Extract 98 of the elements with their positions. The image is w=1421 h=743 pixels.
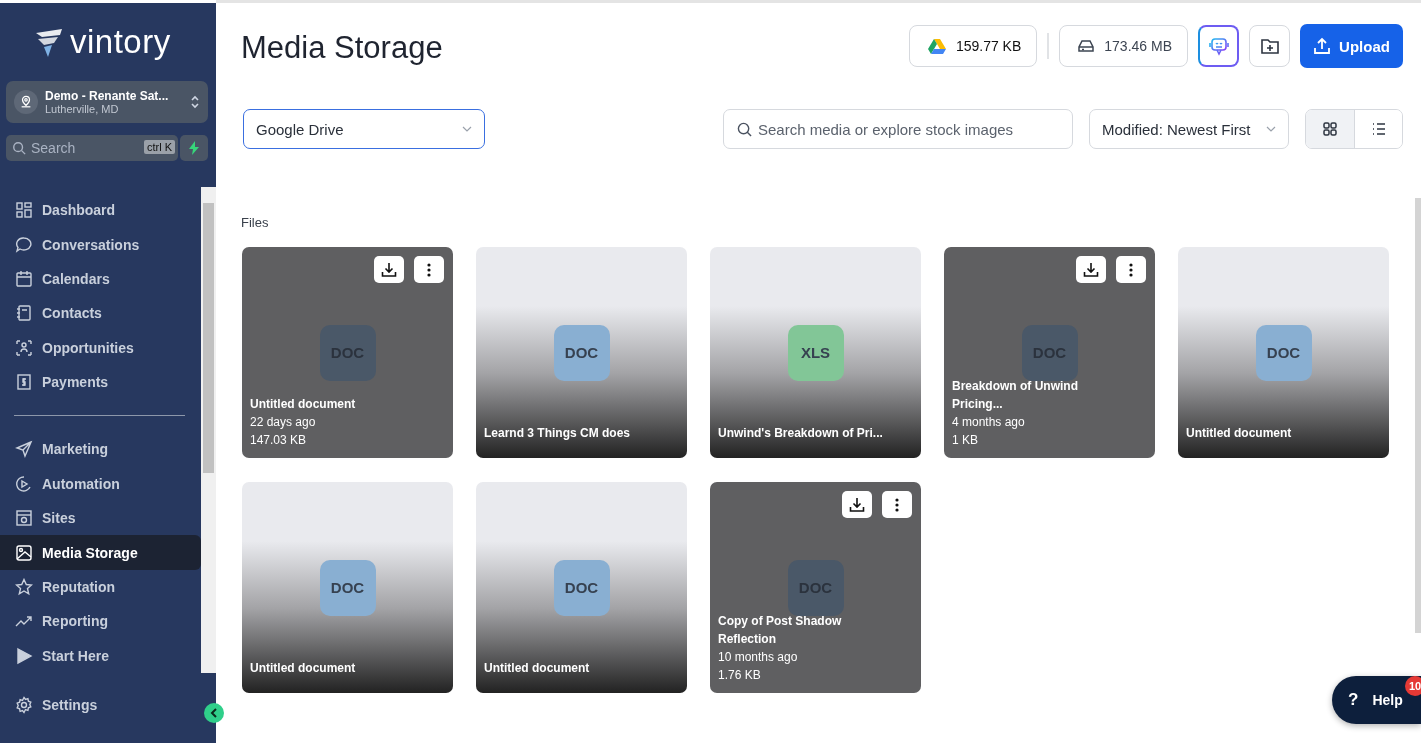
settings-item[interactable]: Settings: [0, 687, 106, 723]
lightning-icon: [188, 141, 200, 155]
account-switcher[interactable]: Demo - Renante Sat... Lutherville, MD: [6, 81, 208, 123]
new-folder-button[interactable]: [1249, 25, 1290, 67]
source-dropdown[interactable]: Google Drive: [243, 109, 485, 149]
file-card[interactable]: DOC Untitled document: [242, 482, 453, 693]
download-button[interactable]: [842, 491, 872, 518]
chevron-down-icon: [462, 126, 472, 132]
file-type-badge: XLS: [787, 324, 844, 381]
sort-dropdown[interactable]: Modified: Newest First: [1089, 109, 1289, 149]
search-icon: [12, 141, 26, 155]
more-options-button[interactable]: [882, 491, 912, 518]
upload-icon: [1313, 37, 1332, 55]
search-icon: [737, 122, 752, 137]
file-date: 22 days ago: [250, 414, 317, 431]
download-icon: [381, 261, 397, 278]
file-type-badge: DOC: [553, 559, 610, 616]
list-icon: [1371, 123, 1386, 135]
file-date: 10 months ago: [718, 649, 799, 666]
nav-item[interactable]: Reputation: [0, 569, 201, 605]
grid-icon: [1323, 122, 1337, 136]
help-button[interactable]: ? Help 10: [1332, 676, 1421, 724]
nav-item[interactable]: Media Storage: [0, 535, 201, 570]
list-view-button[interactable]: [1354, 110, 1402, 148]
chat-icon: [15, 235, 33, 254]
opportunities-icon: [15, 338, 33, 357]
collapse-button[interactable]: [204, 703, 224, 723]
nav-item[interactable]: Start Here: [0, 638, 201, 674]
file-name: Untitled document: [250, 660, 357, 677]
page-title: Media Storage: [241, 29, 443, 66]
chevron-down-icon: [1266, 126, 1276, 132]
more-options-button[interactable]: [1116, 256, 1146, 283]
ai-assistant-button[interactable]: [1198, 25, 1239, 67]
file-card[interactable]: DOC Learnd 3 Things CM does: [476, 247, 687, 458]
star-icon: [15, 578, 33, 597]
file-name: Unwind's Breakdown of Pri...: [718, 425, 884, 442]
nav-item[interactable]: Reporting: [0, 604, 201, 639]
shortcut-badge: ctrl K: [143, 140, 175, 154]
storage-usage: 173.46 MB: [1059, 25, 1188, 67]
contacts-icon: [15, 304, 33, 323]
folder-plus-icon: [1259, 37, 1280, 55]
file-card[interactable]: DOC Untitled document: [476, 482, 687, 693]
send-icon: [15, 440, 33, 459]
file-name: Untitled document: [484, 660, 591, 677]
download-icon: [1083, 261, 1099, 278]
sites-icon: [15, 509, 33, 528]
file-type-badge: DOC: [553, 324, 610, 381]
nav-item[interactable]: Conversations: [0, 227, 201, 262]
calendar-icon: [15, 269, 33, 288]
file-name: Breakdown of Unwind Pricing...: [952, 378, 1079, 413]
file-size: 1 KB: [952, 432, 979, 449]
logo-text: vintory: [70, 23, 171, 61]
image-icon: [15, 543, 33, 562]
storage-usage: 159.77 KB: [908, 25, 1038, 67]
more-vertical-icon: [427, 262, 431, 277]
settings-icon: [15, 696, 33, 714]
play-icon: [15, 646, 33, 665]
scrollbar[interactable]: [1415, 198, 1421, 633]
hard-drive-icon: [1078, 39, 1095, 53]
location-pin-icon: [19, 95, 33, 109]
nav-item[interactable]: Payments: [0, 364, 201, 400]
download-button[interactable]: [374, 256, 404, 283]
file-size: 1.76 KB: [718, 667, 762, 684]
quick-action-button[interactable]: [180, 135, 208, 161]
download-button[interactable]: [1076, 256, 1106, 283]
file-card[interactable]: XLS Unwind's Breakdown of Pri...: [710, 247, 921, 458]
nav-item[interactable]: Sites: [0, 501, 201, 536]
media-search-field[interactable]: Search media or explore stock images: [723, 109, 1073, 149]
file-type-badge: DOC: [1255, 324, 1312, 381]
dashboard-icon: [15, 201, 33, 220]
more-vertical-icon: [895, 497, 899, 512]
nav-item[interactable]: Marketing: [0, 432, 201, 467]
grid-view-button[interactable]: [1306, 110, 1354, 148]
payments-icon: [15, 373, 33, 392]
file-name: Untitled document: [250, 396, 357, 413]
nav-item[interactable]: Dashboard: [0, 193, 201, 228]
more-vertical-icon: [1129, 262, 1133, 277]
nav-item[interactable]: Automation: [0, 466, 201, 502]
file-name: Copy of Post Shadow Reflection: [718, 613, 843, 648]
file-card[interactable]: DOC Untitled document: [1178, 247, 1389, 458]
scrollbar[interactable]: [201, 187, 216, 673]
notification-badge: 10: [1405, 676, 1421, 696]
chevron-updown-icon: [190, 94, 200, 110]
file-type-badge: DOC: [319, 559, 376, 616]
more-options-button[interactable]: [414, 256, 444, 283]
upload-button[interactable]: Upload: [1300, 24, 1403, 68]
nav-item[interactable]: Calendars: [0, 261, 201, 297]
download-icon: [849, 496, 865, 513]
file-date: 4 months ago: [952, 414, 1026, 431]
chevron-left-icon: [210, 708, 218, 718]
drive-icon: [927, 38, 946, 54]
nav-item[interactable]: Contacts: [0, 296, 201, 331]
file-size: 147.03 KB: [250, 432, 308, 449]
file-name: Untitled document: [1186, 425, 1293, 442]
nav-item[interactable]: Opportunities: [0, 330, 201, 365]
file-name: Learnd 3 Things CM does: [484, 425, 631, 442]
automation-icon: [15, 474, 33, 493]
section-label: Files: [241, 215, 270, 232]
